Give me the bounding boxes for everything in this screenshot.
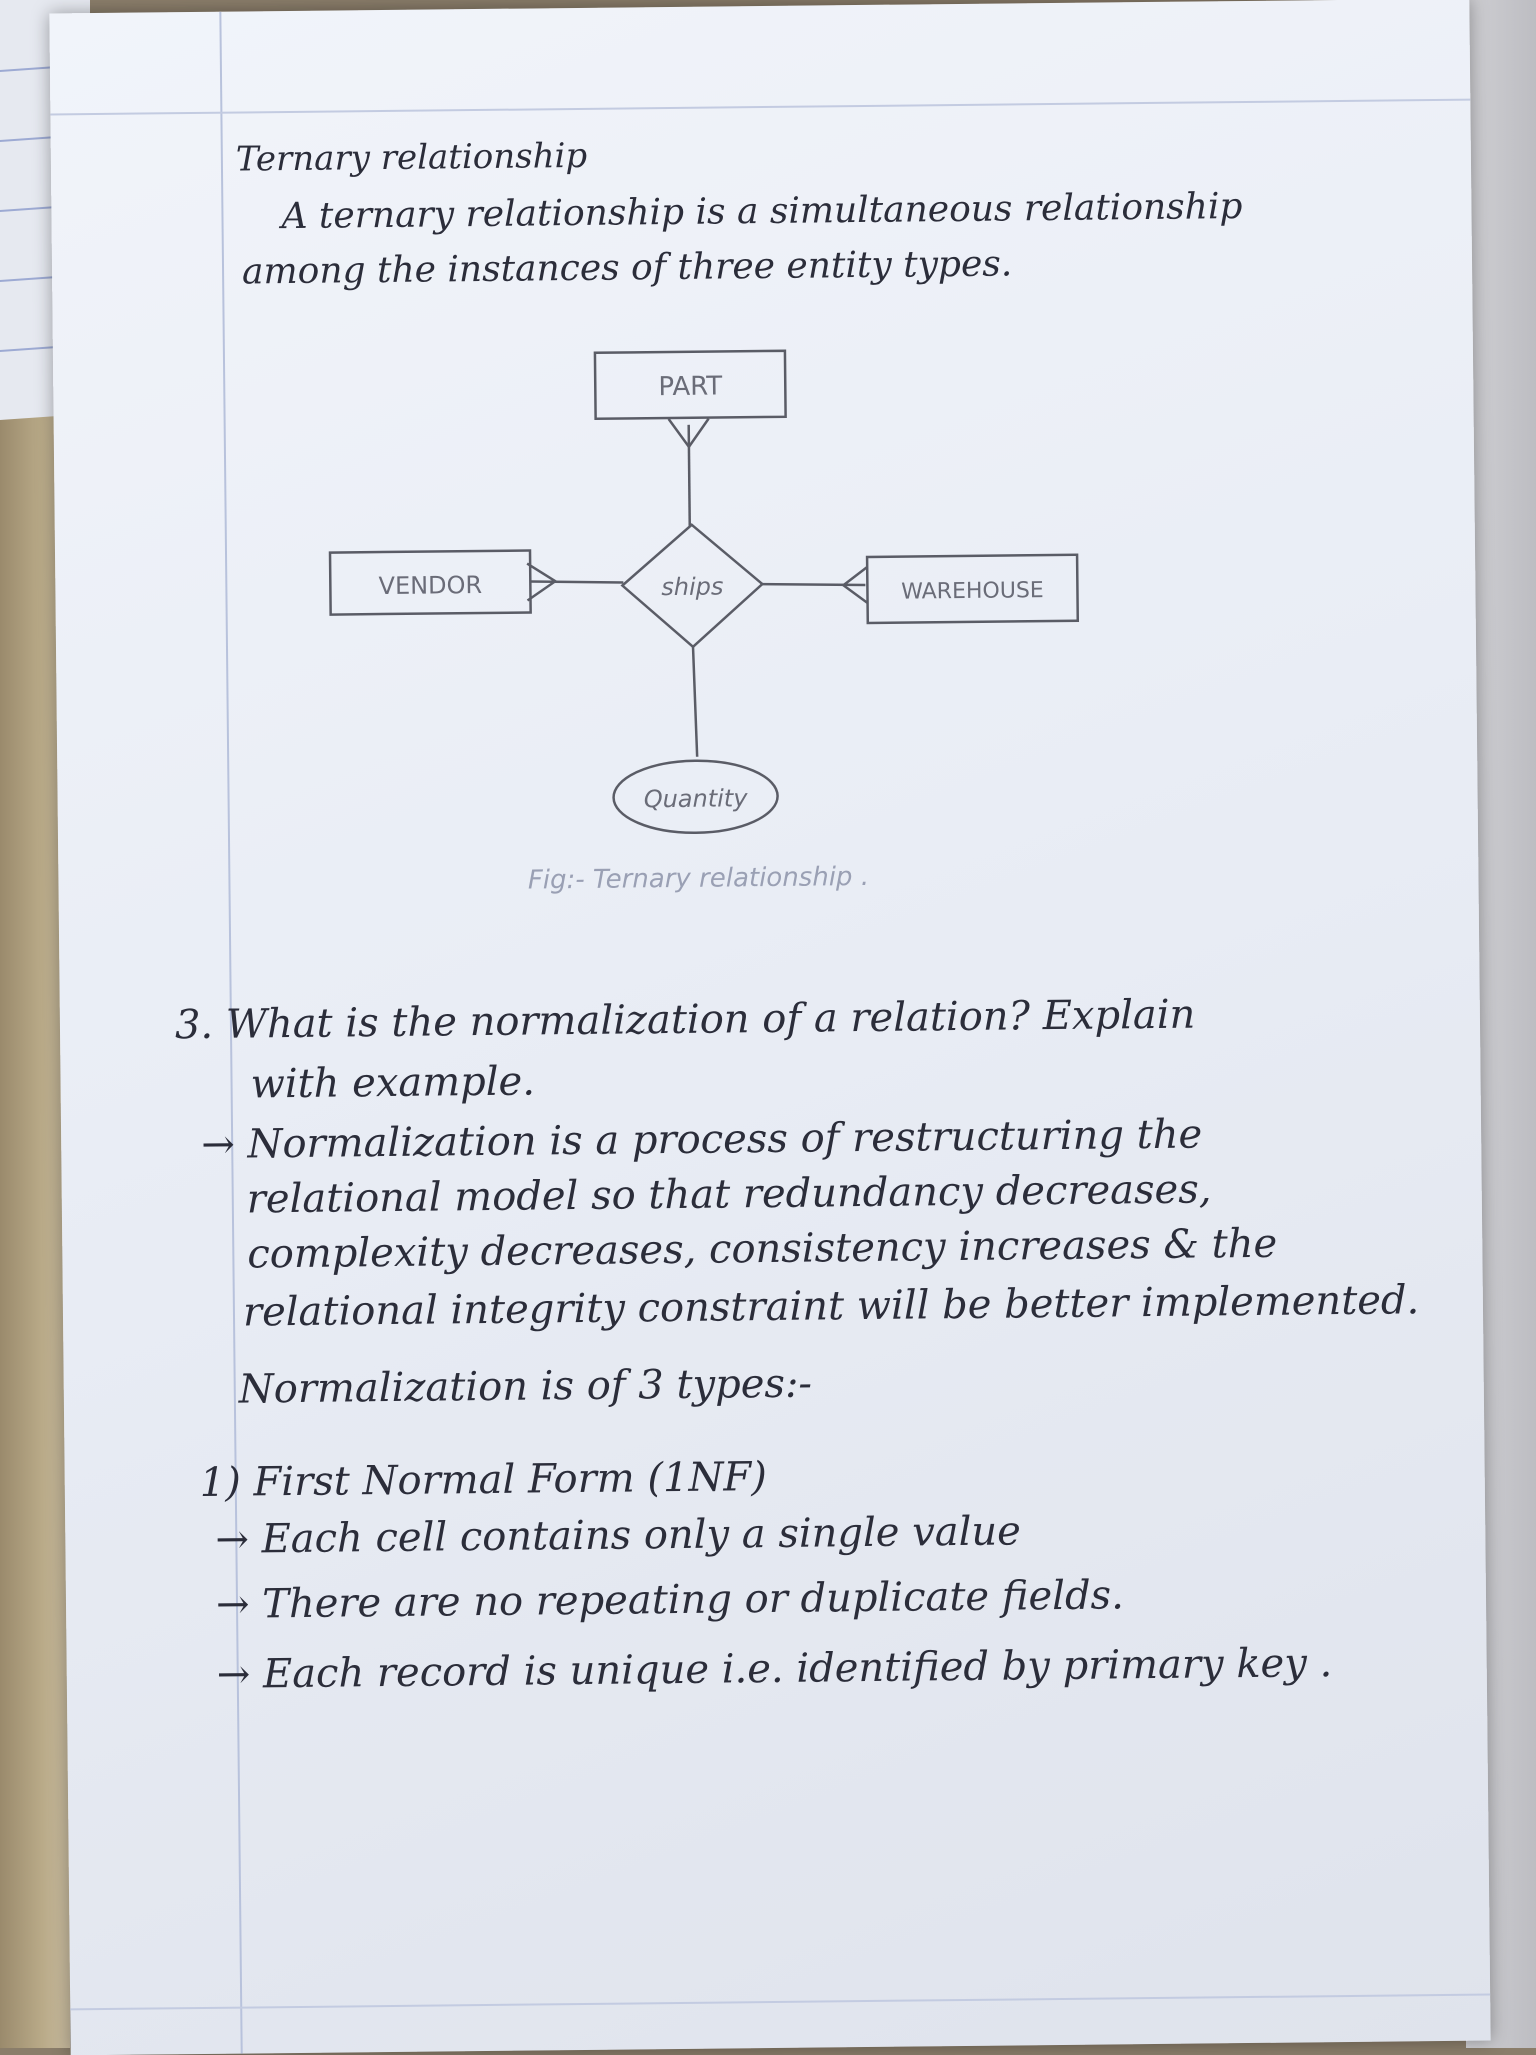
warehouse-connector-line <box>760 582 866 587</box>
question-line-2: with example. <box>250 1058 536 1108</box>
nf1-bullet-3: → Each record is unique i.e. identified … <box>216 1640 1333 1698</box>
answer-line-2: relational model so that redundancy decr… <box>246 1166 1212 1223</box>
quantity-connector-line <box>691 646 699 757</box>
er-diagram: PART VENDOR WAREHOUSE ships Quantity Fig… <box>328 349 1080 896</box>
answer-line-1: → Normalization is a process of restruct… <box>200 1111 1203 1168</box>
normalization-types-line: Normalization is of 3 types:- <box>238 1360 813 1413</box>
entity-part-label: PART <box>658 371 722 402</box>
notebook-page: Ternary relationship A ternary relations… <box>49 0 1491 2055</box>
question-line-1: 3. What is the normalization of a relati… <box>174 991 1196 1049</box>
figure-caption: Fig:- Ternary relationship . <box>528 862 869 896</box>
entity-warehouse-label: WAREHOUSE <box>901 578 1044 604</box>
first-normal-form-heading: 1) First Normal Form (1NF) <box>199 1454 768 1506</box>
answer-line-4: relational integrity constraint will be … <box>242 1277 1420 1336</box>
attribute-quantity-label: Quantity <box>644 784 749 813</box>
vendor-connector-line <box>530 580 624 584</box>
page-footer-rule <box>70 1993 1491 2011</box>
relationship-ships-label: ships <box>661 572 723 601</box>
entity-vendor-label: VENDOR <box>378 571 482 600</box>
nf1-bullet-2: → There are no repeating or duplicate fi… <box>215 1572 1125 1628</box>
answer-line-3: complexity decreases, consistency increa… <box>247 1220 1278 1278</box>
part-connector-line <box>687 424 692 527</box>
nf1-bullet-1: → Each cell contains only a single value <box>215 1508 1022 1563</box>
